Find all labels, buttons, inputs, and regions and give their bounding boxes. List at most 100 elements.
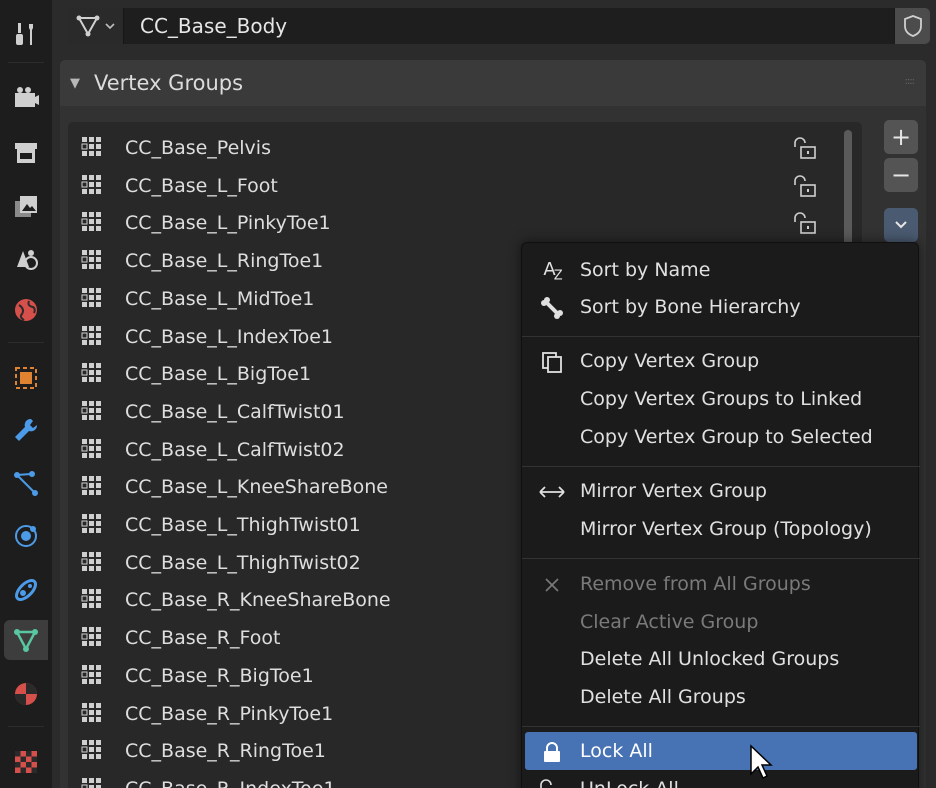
menu-item-lock-all[interactable]: Lock All	[525, 732, 917, 770]
remove-vertex-group-button[interactable]: −	[884, 158, 918, 192]
vertex-group-icon	[80, 776, 108, 788]
menu-item-remove-from-all-groups: Remove from All Groups	[522, 565, 920, 603]
vertex-group-name[interactable]: CC_Base_L_RingToe1	[125, 250, 323, 272]
vertex-group-name[interactable]: CC_Base_L_KneeShareBone	[125, 476, 388, 498]
menu-item-mirror-vertex-group-topology[interactable]: Mirror Vertex Group (Topology)	[522, 510, 920, 548]
menu-item-sort-by-name[interactable]: AZ Sort by Name	[522, 251, 920, 289]
world-tab[interactable]	[4, 290, 48, 330]
sort-alpha-icon: AZ	[543, 258, 562, 284]
menu-item-copy-vertex-group-to-selected[interactable]: Copy Vertex Group to Selected	[522, 418, 920, 456]
menu-item-label: UnLock All	[580, 778, 679, 788]
object-data-tab[interactable]	[4, 620, 48, 660]
menu-item-sort-by-bone-hierarchy[interactable]: Sort by Bone Hierarchy	[522, 288, 920, 326]
vertex-group-icon	[80, 437, 108, 463]
vertex-group-name[interactable]: CC_Base_L_MidToe1	[125, 288, 314, 310]
vertex-group-name[interactable]: CC_Base_R_BigToe1	[125, 665, 314, 687]
vertex-group-row[interactable]: CC_Base_Pelvis	[68, 129, 862, 167]
physics-tab[interactable]	[4, 516, 48, 556]
menu-separator	[522, 558, 920, 559]
menu-item-label: Delete All Unlocked Groups	[580, 648, 840, 670]
menu-item-unlock-all[interactable]: UnLock All	[522, 770, 920, 788]
vertex-group-name[interactable]: CC_Base_L_ThighTwist01	[125, 514, 361, 536]
texture-tab[interactable]	[4, 742, 48, 782]
mesh-data-icon	[14, 629, 38, 652]
copy-icon	[538, 350, 566, 374]
unlock-icon[interactable]	[790, 212, 820, 236]
vertex-group-name[interactable]: CC_Base_L_ThighTwist02	[125, 552, 361, 574]
vertex-group-name[interactable]: CC_Base_R_RingToe1	[125, 740, 326, 762]
menu-item-copy-vertex-groups-to-linked[interactable]: Copy Vertex Groups to Linked	[522, 380, 920, 418]
vertex-group-name[interactable]: CC_Base_L_CalfTwist01	[125, 401, 345, 423]
tool-tab[interactable]	[4, 14, 48, 54]
vertex-group-name[interactable]: CC_Base_L_IndexToe1	[125, 326, 333, 348]
chevron-down-icon	[895, 221, 907, 229]
menu-separator	[522, 726, 920, 727]
menu-item-delete-all-groups[interactable]: Delete All Groups	[522, 678, 920, 716]
menu-item-copy-vertex-group[interactable]: Copy Vertex Group	[522, 342, 920, 380]
scene-tab[interactable]	[4, 238, 48, 278]
menu-separator	[522, 466, 920, 467]
menu-item-label: Delete All Groups	[580, 686, 746, 708]
specials-menu-button[interactable]	[884, 208, 918, 242]
drag-grip-icon[interactable]: ::::	[905, 76, 916, 87]
vertex-group-name[interactable]: CC_Base_Pelvis	[125, 137, 271, 159]
chevron-down-icon	[105, 23, 115, 30]
modifier-tab[interactable]	[4, 410, 48, 450]
mirror-arrows-icon	[538, 480, 566, 504]
constraints-tab[interactable]	[4, 570, 48, 610]
vertex-group-icon	[80, 135, 108, 161]
unlock-icon[interactable]	[790, 174, 820, 199]
vertex-groups-panel-header[interactable]: ▼ Vertex Groups ::::	[60, 60, 926, 106]
minus-icon: −	[890, 161, 912, 189]
vertex-group-name[interactable]: CC_Base_L_Foot	[125, 175, 278, 197]
vertex-group-name[interactable]: CC_Base_R_PinkyToe1	[125, 703, 333, 725]
lock-icon	[538, 740, 566, 764]
vertex-group-row[interactable]: CC_Base_L_Foot	[68, 167, 862, 205]
vertex-group-icon	[80, 361, 108, 387]
vertex-group-icon	[80, 512, 108, 538]
menu-item-label: Remove from All Groups	[580, 573, 811, 595]
render-tab[interactable]	[4, 78, 48, 118]
menu-item-delete-all-unlocked-groups[interactable]: Delete All Unlocked Groups	[522, 640, 920, 678]
vertex-group-icon	[80, 286, 108, 312]
unlock-icon[interactable]	[790, 137, 820, 161]
object-square-icon	[15, 367, 37, 389]
tool-icon	[16, 23, 33, 45]
menu-item-label: Copy Vertex Group	[580, 350, 760, 372]
vertex-group-row[interactable]: CC_Base_L_PinkyToe1	[68, 204, 862, 242]
menu-item-clear-active-group: Clear Active Group	[522, 603, 920, 641]
vertex-group-specials-menu: AZ Sort by Name Sort by Bone Hierarchy Copy…	[521, 242, 920, 788]
output-tab[interactable]	[4, 132, 48, 172]
render-camera-icon	[15, 87, 39, 107]
menu-separator	[522, 336, 920, 337]
data-type-dropdown[interactable]	[68, 8, 124, 44]
scene-icon	[17, 250, 38, 270]
list-scrollbar[interactable]	[844, 130, 852, 250]
plus-icon: +	[890, 123, 912, 151]
object-data-header: CC_Base_Body	[68, 8, 930, 44]
panel-title: Vertex Groups	[94, 71, 244, 95]
object-tab[interactable]	[4, 358, 48, 398]
vertex-group-icon	[80, 173, 108, 199]
menu-item-label: Sort by Name	[580, 259, 711, 281]
fake-user-button[interactable]	[894, 8, 930, 44]
vertex-group-icon	[80, 738, 108, 764]
vertex-group-icon	[80, 663, 108, 689]
menu-item-label: Copy Vertex Groups to Linked	[580, 388, 863, 410]
vertex-group-name[interactable]: CC_Base_L_BigToe1	[125, 363, 311, 385]
vertex-group-name[interactable]: CC_Base_R_Foot	[125, 627, 280, 649]
vertex-group-name[interactable]: CC_Base_L_CalfTwist02	[125, 439, 345, 461]
particles-tab[interactable]	[4, 464, 48, 504]
vertex-group-name[interactable]: CC_Base_L_PinkyToe1	[125, 212, 331, 234]
menu-item-mirror-vertex-group[interactable]: Mirror Vertex Group	[522, 472, 920, 510]
checker-texture-icon	[15, 751, 37, 773]
material-tab[interactable]	[4, 674, 48, 714]
vertex-group-icon	[80, 474, 108, 500]
add-vertex-group-button[interactable]: +	[884, 120, 918, 154]
view-layer-tab[interactable]	[4, 186, 48, 226]
vertex-group-name[interactable]: CC_Base_R_IndexToe1	[125, 778, 336, 788]
collapse-arrow-icon[interactable]: ▼	[70, 76, 80, 91]
constraint-icon	[15, 579, 37, 601]
mesh-name-field[interactable]: CC_Base_Body	[124, 14, 894, 38]
vertex-group-name[interactable]: CC_Base_R_KneeShareBone	[125, 589, 391, 611]
